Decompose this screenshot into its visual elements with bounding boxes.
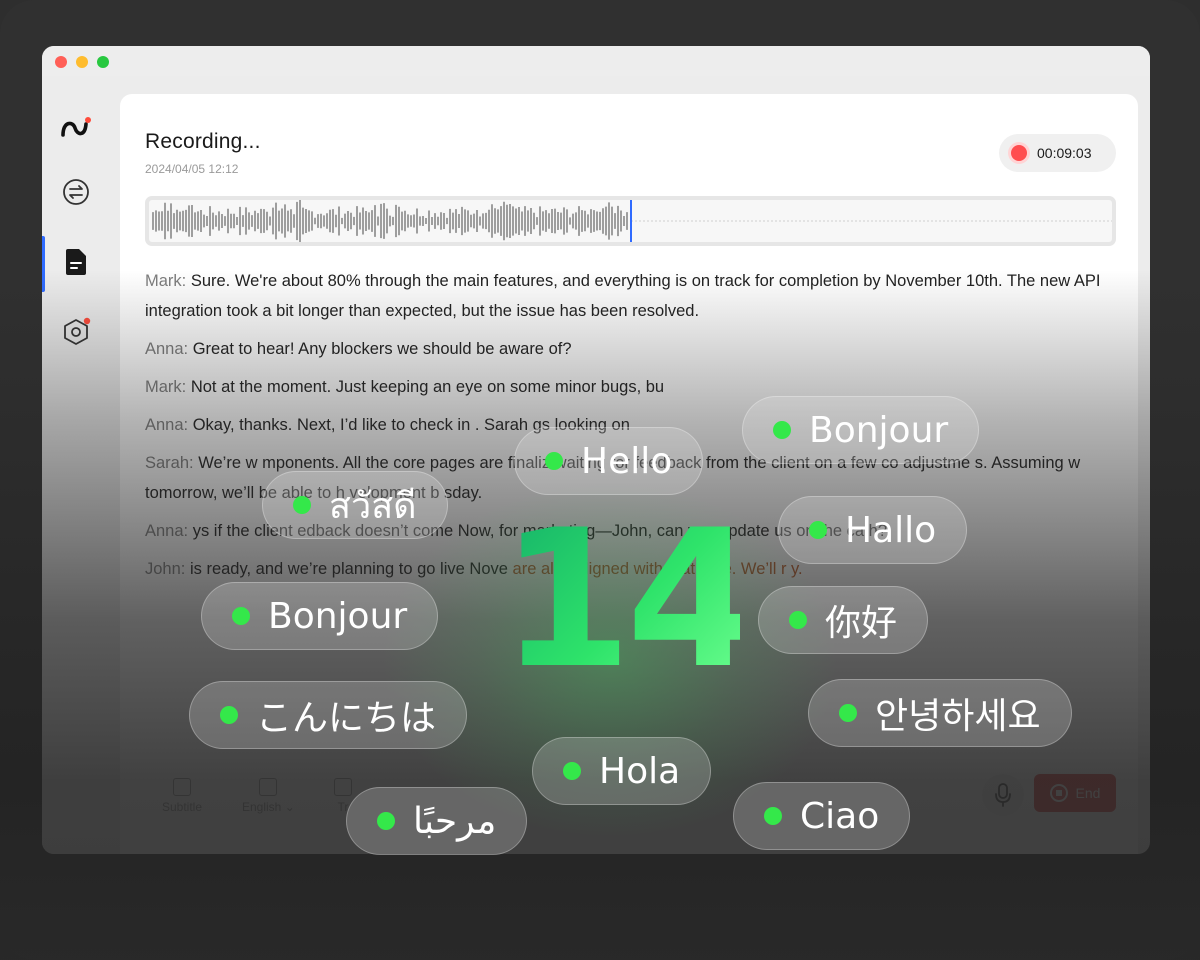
greeting-bubble-hallo: Hallo — [778, 496, 968, 564]
bubble-dot-icon — [764, 807, 782, 825]
speaker-name: Anna: — [145, 416, 189, 434]
greeting-text: 你好 — [825, 603, 898, 644]
transcript-text: is ready, and we’re planning to go live … — [185, 560, 508, 578]
language-label: English ⌄ — [242, 800, 295, 814]
transcript-paragraph: Mark: Not at the moment. Just keeping an… — [145, 372, 1120, 402]
translate-icon — [334, 778, 352, 796]
subtitle-icon — [173, 778, 192, 796]
transcript-paragraph: Mark: Sure. We're about 80% through the … — [145, 266, 1120, 326]
microphone-button[interactable] — [982, 774, 1024, 816]
greeting-text: Hello — [581, 440, 673, 482]
stop-icon — [1049, 784, 1068, 802]
greeting-bubble-hola: Hola — [532, 737, 712, 805]
bubble-dot-icon — [809, 521, 827, 539]
recording-indicator-icon — [1011, 145, 1027, 161]
greeting-bubble-arabic: مرحبًا — [346, 787, 528, 855]
greeting-bubble-bonjour: Bonjour — [742, 396, 980, 464]
greeting-text: Ciao — [800, 795, 880, 837]
sidebar-item-documents[interactable] — [56, 242, 96, 282]
subtitle-label: Subtitle — [162, 800, 203, 814]
greeting-text: Hola — [599, 750, 681, 792]
greeting-bubble-hello: Hello — [514, 427, 704, 495]
greeting-bubble-korean: 안녕하세요 — [808, 679, 1072, 747]
page-title: Recording... — [145, 130, 261, 153]
greeting-bubble-chinese: 你好 — [758, 586, 929, 654]
sidebar-item-settings[interactable] — [56, 312, 96, 352]
settings-icon — [64, 317, 91, 345]
greeting-text: Bonjour — [268, 595, 408, 637]
speaker-name: Mark: — [145, 272, 187, 290]
transcript-paragraph: Anna: Great to hear! Any blockers we sho… — [145, 334, 1120, 364]
sidebar — [42, 76, 110, 854]
end-label: End — [1075, 785, 1101, 801]
timer-value: 00:09:03 — [1037, 145, 1092, 161]
end-recording-button[interactable]: End — [1034, 774, 1116, 812]
swap-icon — [63, 179, 89, 205]
transcript-text: Great to hear! Any blockers we should be… — [188, 340, 572, 358]
bubble-dot-icon — [563, 762, 581, 780]
greeting-text: 안녕하세요 — [875, 696, 1041, 737]
greeting-bubble-bonjour-2: Bonjour — [201, 582, 439, 650]
bubble-dot-icon — [545, 452, 563, 470]
maximize-window-button[interactable] — [97, 56, 109, 68]
language-select[interactable]: English ⌄ — [242, 778, 295, 814]
greeting-text: こんにちは — [256, 698, 437, 739]
greeting-text: Bonjour — [809, 409, 949, 451]
bubble-dot-icon — [377, 812, 395, 830]
greeting-bubble-thai: สวัสดี — [262, 471, 448, 539]
bubble-dot-icon — [220, 706, 238, 724]
title-bar — [42, 46, 1150, 76]
transcript-text: Sure. We're about 80% through the main f… — [145, 272, 1101, 320]
sidebar-item-transfer[interactable] — [56, 172, 96, 212]
transcript-text: Not at the moment. Just keeping an eye o… — [186, 378, 665, 396]
language-icon — [259, 778, 278, 796]
speaker-name: Sarah: — [145, 454, 194, 472]
recording-date: 2024/04/05 12:12 — [145, 162, 239, 176]
greeting-bubble-ciao: Ciao — [733, 782, 911, 850]
speaker-name: Anna: — [145, 522, 189, 540]
bubble-dot-icon — [293, 496, 311, 514]
speaker-name: Anna: — [145, 340, 189, 358]
speaker-name: John: — [145, 560, 186, 578]
minimize-window-button[interactable] — [76, 56, 88, 68]
sidebar-active-indicator — [42, 236, 45, 292]
greeting-bubble-japanese: こんにちは — [189, 681, 468, 749]
document-icon — [66, 249, 86, 275]
bubble-dot-icon — [232, 607, 250, 625]
greeting-text: สวัสดี — [329, 485, 417, 527]
recording-timer: 00:09:03 — [999, 134, 1116, 172]
speaker-name: Mark: — [145, 378, 187, 396]
bubble-dot-icon — [839, 704, 857, 722]
close-window-button[interactable] — [55, 56, 67, 68]
greeting-text: مرحبًا — [413, 800, 497, 842]
greeting-text: Hallo — [845, 509, 937, 551]
language-count: 14 — [500, 489, 758, 710]
subtitle-button[interactable]: Subtitle — [162, 778, 202, 814]
bubble-dot-icon — [789, 611, 807, 629]
app-logo-icon — [56, 108, 96, 148]
waveform[interactable] — [145, 196, 1116, 246]
bubble-dot-icon — [773, 421, 791, 439]
waveform-graphic — [152, 200, 1112, 242]
microphone-icon — [995, 783, 1011, 807]
